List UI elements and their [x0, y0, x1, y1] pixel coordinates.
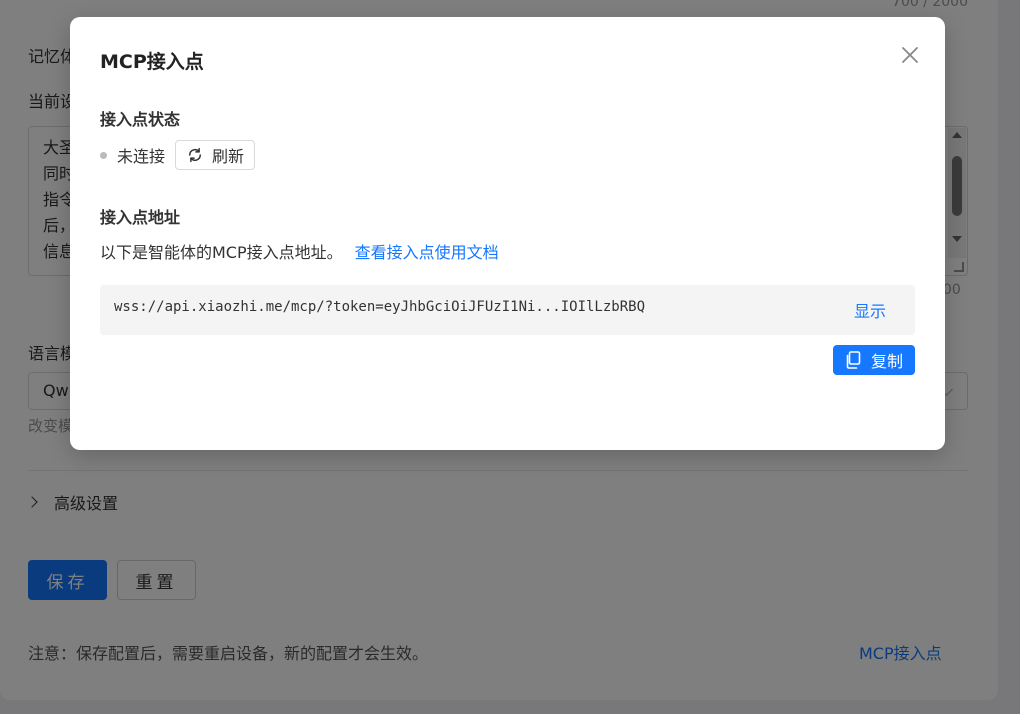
docs-link[interactable]: 查看接入点使用文档	[355, 243, 499, 262]
status-dot	[100, 151, 107, 159]
refresh-button[interactable]: 刷新	[175, 140, 256, 170]
copy-label: 复制	[870, 352, 903, 371]
address-section-title: 接入点地址	[100, 208, 181, 227]
copy-icon	[846, 351, 861, 369]
refresh-icon	[189, 147, 202, 163]
status-section-title: 接入点状态	[100, 110, 181, 129]
address-description: 以下是智能体的MCP接入点地址。 查看接入点使用文档	[100, 239, 499, 263]
endpoint-url: wss://api.xiaozhi.me/mcp/?token=eyJhbGci…	[114, 299, 646, 315]
close-icon[interactable]	[898, 43, 922, 67]
copy-button[interactable]: 复制	[833, 345, 915, 375]
refresh-label: 刷新	[212, 147, 245, 166]
endpoint-url-box: wss://api.xiaozhi.me/mcp/?token=eyJhbGci…	[100, 285, 915, 335]
status-text: 未连接	[117, 147, 166, 166]
show-token-link[interactable]: 显示	[854, 298, 886, 322]
dialog-title: MCP接入点	[100, 51, 204, 73]
address-desc-text: 以下是智能体的MCP接入点地址。	[100, 243, 343, 262]
mcp-endpoint-dialog: MCP接入点 接入点状态 未连接 刷新 接入点地址 以下是智能体的MCP接入点地…	[70, 17, 945, 450]
status-row: 未连接 刷新	[100, 140, 256, 170]
